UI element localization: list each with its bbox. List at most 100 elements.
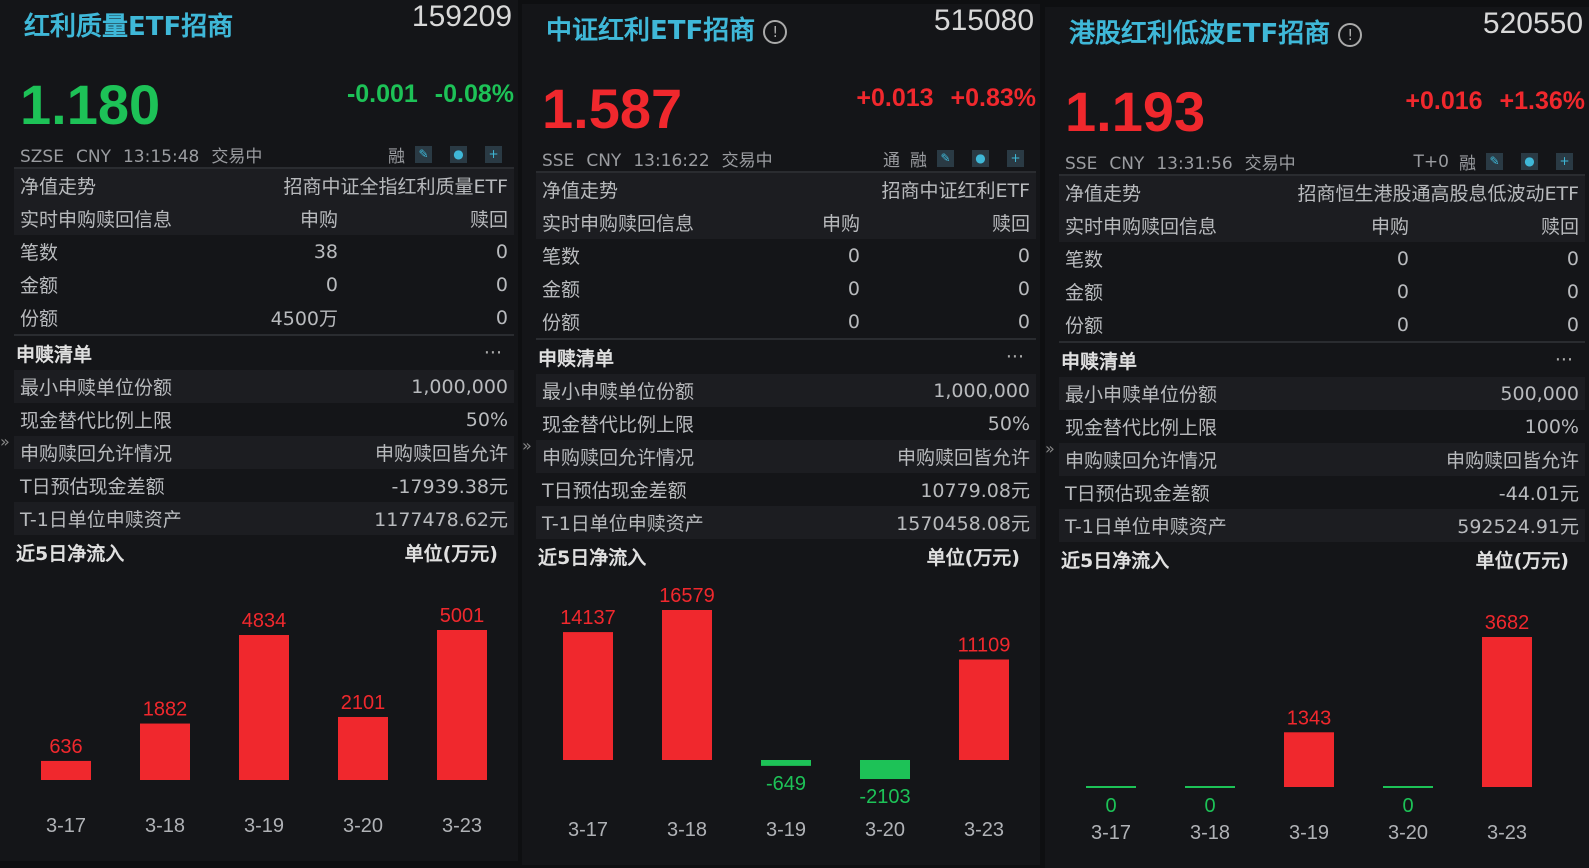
list-item: 现金替代比例上限 50% [542,412,1030,437]
date-tick-label: 3-23 [1487,822,1527,844]
expand-chevron-icon[interactable]: » [0,432,10,451]
edit-icon[interactable]: ✎ [937,150,954,167]
info-icon[interactable]: ! [763,19,788,44]
price-change: +0.013 +0.83% [856,84,1036,113]
plus-icon[interactable]: + [1556,153,1573,170]
realtime-header: 实时申购赎回信息 申购 赎回 [1059,209,1585,242]
nav-trend-row[interactable]: 净值走势 招商中证全指红利质量ETF [14,169,514,202]
flow-bar [860,760,910,780]
more-icon[interactable]: ··· [484,342,502,364]
table-row: 金额 0 0 [20,273,508,298]
list-item: 申购赎回允许情况 申购赎回皆允许 [14,436,514,469]
currency: CNY [1109,154,1145,174]
currency: CNY [586,151,622,171]
flow-value-label: 0 [1204,795,1215,817]
list-item: T日预估现金差额 -17939.38元 [20,476,508,498]
realtime-header: 实时申购赎回信息 申购 赎回 [14,202,514,235]
flow-bar [437,630,487,780]
list-header: 申赎清单 ··· [1061,349,1573,373]
flow-bar [563,632,613,760]
flow-value-label: -649 [766,773,806,795]
info-table: 净值走势 招商中证全指红利质量ETF 实时申购赎回信息 申购 赎回 笔数 38 0 金额 0 0… [14,167,514,569]
etf-title[interactable]: 港股红利低波ETF招商! [1069,13,1363,50]
list-item: 申购赎回允许情况 申购赎回皆允许 [536,440,1036,473]
bell-icon[interactable]: ● [450,146,467,163]
table-row: 份额 0 0 [542,310,1030,335]
flow-value-label: 2101 [341,692,386,714]
etf-title[interactable]: 中证红利ETF招商! [546,10,788,47]
bell-icon[interactable]: ● [972,150,989,167]
flow-value-label: 3682 [1485,612,1530,634]
last-price: 1.193 [1065,80,1206,143]
list-header: 申赎清单 ··· [538,346,1024,370]
quote-meta: SSE CNY 13:16:22 交易中 通融 ✎ ● + [542,146,1036,171]
change-value: +0.013 [856,84,934,112]
table-row: 金额 0 0 [542,277,1030,302]
list-item: T日预估现金差额 10779.08元 [542,480,1030,502]
flow-value-label: 4834 [242,610,287,632]
table-row: 笔数 38 0 [20,240,508,265]
flow-value-label: -2103 [859,786,910,808]
plus-icon[interactable]: + [485,146,502,163]
list-item: T-1日单位申赎资产 592524.91元 [1059,509,1585,542]
table-row: 笔数 0 0 [542,244,1030,269]
flow-unit: 单位(万元) [1475,549,1569,572]
list-item: 现金替代比例上限 50% [20,408,508,433]
nav-trend-row[interactable]: 净值走势 招商恒生港股通高股息低波动ETF [1059,176,1585,209]
expand-chevron-icon[interactable]: » [1045,439,1055,458]
change-pct: -0.08% [434,80,514,108]
list-item: 申购赎回允许情况 申购赎回皆允许 [1059,443,1585,476]
list-item: 最小申赎单位份额 1,000,000 [536,374,1036,407]
quote-time: 13:15:48 [122,147,200,167]
table-row: 笔数 0 0 [1065,247,1579,272]
flow-bar [140,723,190,780]
change-value: -0.001 [346,80,418,108]
flow-bar [761,760,811,766]
date-tick-label: 3-17 [1091,822,1131,844]
flow-header: 近5日净流入 单位(万元) [1059,542,1585,576]
etf-panel: 港股红利低波ETF招商! 520550 1.193 +0.016 +1.36% … [1045,7,1589,868]
price-change: -0.001 -0.08% [347,80,514,109]
more-icon[interactable]: ··· [1006,346,1024,368]
table-row: 份额 4500万 0 [20,306,508,331]
net-inflow-chart: 14137 3-17 16579 3-18 -649 3-19 -2103 3-20 11109… [560,585,1011,841]
flow-value-label: 5001 [440,605,485,627]
etf-code: 515080 [933,4,1034,37]
more-icon[interactable]: ··· [1555,349,1573,371]
table-row: 份额 0 0 [1065,313,1579,338]
date-tick-label: 3-18 [1190,822,1230,844]
date-tick-label: 3-18 [145,815,185,837]
list-item: T日预估现金差额 -44.01元 [1065,483,1579,505]
flow-value-label: 636 [49,736,82,758]
trade-status: 交易中 [1244,154,1296,174]
change-pct: +1.36% [1499,87,1586,115]
flow-unit: 单位(万元) [926,546,1020,569]
tag-badge: 融 [1459,154,1476,174]
edit-icon[interactable]: ✎ [415,146,432,163]
etf-panel: 红利质量ETF招商 159209 1.180 -0.001 -0.08% SZS… [0,0,518,861]
etf-code: 520550 [1482,7,1583,40]
plus-icon[interactable]: + [1007,150,1024,167]
flow-value-label: 11109 [958,634,1011,656]
flow-bar [239,635,289,780]
edit-icon[interactable]: ✎ [1486,153,1503,170]
flow-value-label: 1882 [143,699,188,721]
list-item: 最小申赎单位份额 500,000 [1059,377,1585,410]
nav-trend-row[interactable]: 净值走势 招商中证红利ETF [536,173,1036,206]
date-tick-label: 3-18 [667,819,707,841]
net-inflow-chart: 636 3-17 1882 3-18 4834 3-19 2101 3-20 5001 3-23 [41,605,487,837]
expand-chevron-icon[interactable]: » [522,436,532,455]
flow-unit: 单位(万元) [404,542,498,565]
etf-title[interactable]: 红利质量ETF招商 [24,6,233,43]
info-icon[interactable]: ! [1338,22,1363,47]
fund-name: 招商中证红利ETF [881,180,1030,202]
tag-badge: 融 [388,147,405,167]
realtime-header: 实时申购赎回信息 申购 赎回 [536,206,1036,239]
fund-name: 招商恒生港股通高股息低波动ETF [1297,183,1579,205]
list-item: 最小申赎单位份额 1,000,000 [14,370,514,403]
bell-icon[interactable]: ● [1521,153,1538,170]
date-tick-label: 3-23 [964,819,1004,841]
flow-value-label: 16579 [659,585,715,607]
quote-meta: SSE CNY 13:31:56 交易中 T+0 融 ✎ ● + [1065,149,1585,174]
quote-time: 13:31:56 [1156,154,1233,174]
